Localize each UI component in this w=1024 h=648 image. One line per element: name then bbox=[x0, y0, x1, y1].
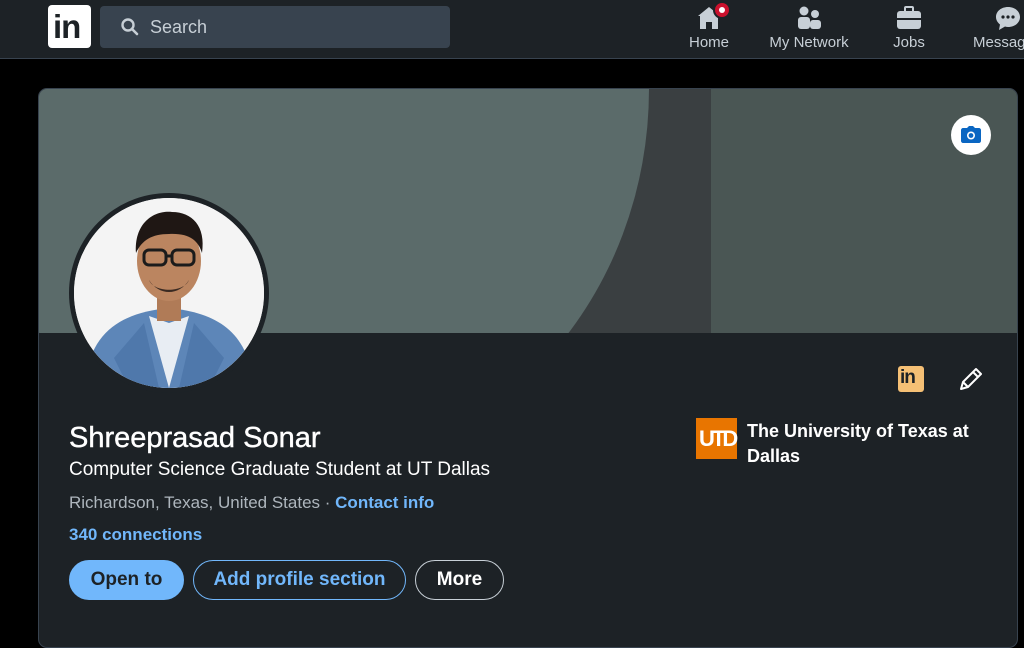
briefcase-icon bbox=[897, 6, 921, 29]
edit-background-button[interactable] bbox=[951, 115, 991, 155]
profile-name: Shreeprasad Sonar bbox=[69, 422, 321, 454]
nav-home[interactable]: Home bbox=[680, 1, 738, 56]
profile-location: Richardson, Texas, United States bbox=[69, 493, 321, 512]
profile-photo[interactable] bbox=[69, 193, 269, 393]
separator: · bbox=[320, 493, 336, 512]
avatar bbox=[74, 198, 264, 388]
nav-my-network[interactable]: My Network bbox=[762, 2, 856, 56]
utd-logo-text: UTD bbox=[699, 426, 738, 451]
logo-text: in bbox=[53, 8, 81, 45]
nav-my-network-label: My Network bbox=[769, 34, 849, 51]
global-nav: in Search Home My Network Jobs Messag bbox=[0, 0, 1024, 59]
open-to-button[interactable]: Open to bbox=[69, 560, 184, 600]
more-button[interactable]: More bbox=[415, 560, 504, 600]
avatar-illustration bbox=[74, 198, 264, 388]
nav-jobs-label: Jobs bbox=[893, 34, 925, 51]
notification-badge bbox=[713, 1, 731, 19]
edit-pencil-icon[interactable] bbox=[957, 365, 985, 393]
premium-badge[interactable]: in bbox=[898, 366, 924, 392]
nav-messaging[interactable]: Messag bbox=[968, 2, 1024, 56]
search-input[interactable]: Search bbox=[100, 6, 450, 48]
camera-icon bbox=[961, 126, 981, 143]
contact-info-link[interactable]: Contact info bbox=[335, 493, 434, 512]
search-icon bbox=[121, 18, 139, 36]
profile-location-row: Richardson, Texas, United States · Conta… bbox=[69, 493, 434, 513]
nav-messaging-label: Messag bbox=[973, 34, 1024, 51]
utd-logo[interactable]: UTD bbox=[696, 418, 738, 459]
profile-headline: Computer Science Graduate Student at UT … bbox=[69, 459, 491, 480]
nav-home-label: Home bbox=[688, 34, 729, 51]
search-placeholder: Search bbox=[150, 17, 208, 37]
linkedin-icon: in bbox=[900, 367, 916, 388]
profile-card: in Shreeprasad Sonar Computer Science Gr… bbox=[38, 88, 1018, 648]
education-name[interactable]: The University of Texas at Dallas bbox=[747, 419, 977, 469]
nav-jobs[interactable]: Jobs bbox=[880, 2, 938, 56]
network-icon bbox=[798, 6, 821, 29]
linkedin-logo[interactable]: in bbox=[48, 5, 91, 48]
messaging-icon bbox=[996, 7, 1020, 30]
connections-link[interactable]: 340 connections bbox=[69, 525, 202, 545]
add-profile-section-button[interactable]: Add profile section bbox=[193, 560, 406, 600]
